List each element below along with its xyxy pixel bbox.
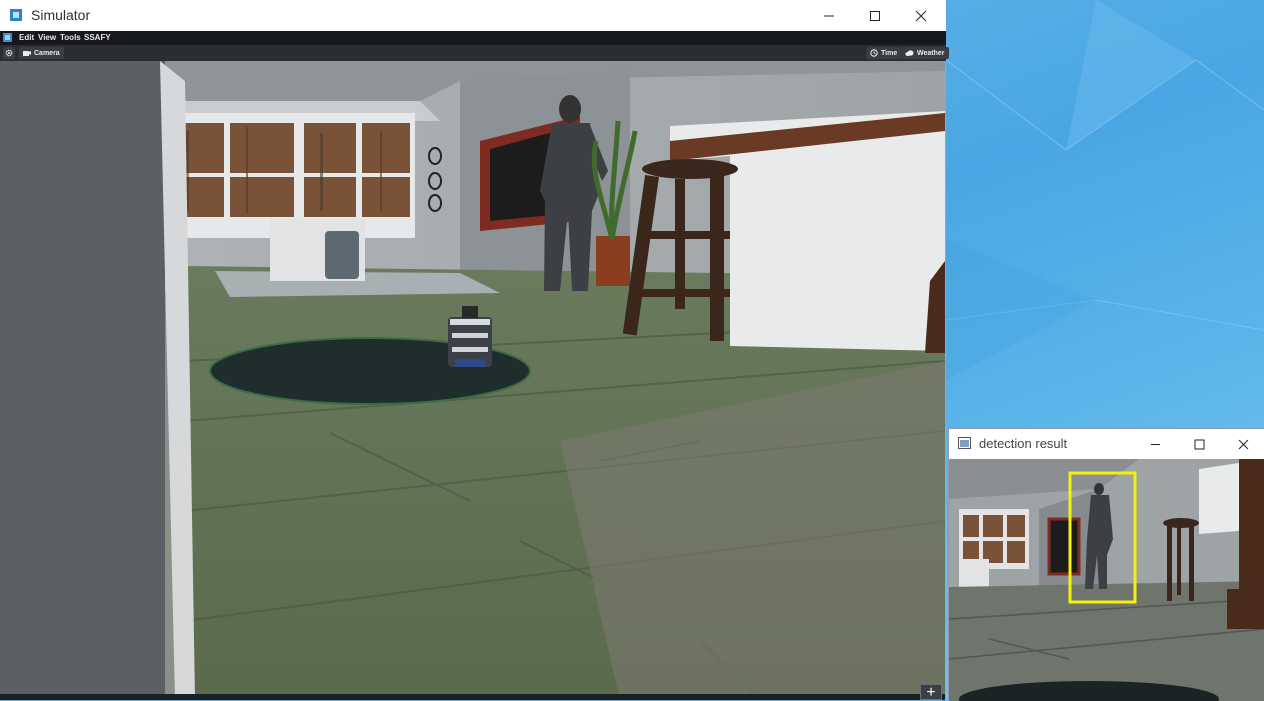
settings-button[interactable] xyxy=(3,47,15,59)
detection-image xyxy=(949,459,1264,701)
simulator-window: Simulator Edit View Tools SSAFY Camera T… xyxy=(0,0,949,701)
maximize-button[interactable] xyxy=(852,0,898,31)
menu-edit[interactable]: Edit xyxy=(19,33,34,42)
simulator-app-icon xyxy=(10,9,22,21)
gear-icon xyxy=(5,49,13,57)
detection-maximize-button[interactable] xyxy=(1177,429,1221,459)
menu-ssafy[interactable]: SSAFY xyxy=(84,33,111,42)
camera-label: Camera xyxy=(34,49,60,57)
detection-window: detection result xyxy=(948,428,1264,701)
time-label: Time xyxy=(881,49,898,57)
window-title: Simulator xyxy=(31,7,91,23)
menu-bar: Edit View Tools SSAFY xyxy=(0,31,946,45)
detection-close-button[interactable] xyxy=(1221,429,1264,459)
toolbar: Camera Time Weather xyxy=(0,45,949,61)
camera-button[interactable]: Camera xyxy=(19,47,64,59)
plus-icon: + xyxy=(926,684,936,701)
status-strip xyxy=(0,694,945,700)
detection-titlebar[interactable]: detection result xyxy=(949,429,1264,459)
close-button[interactable] xyxy=(898,0,944,31)
detection-render xyxy=(949,459,1264,701)
weather-label: Weather xyxy=(917,49,945,57)
scene-render xyxy=(0,61,945,700)
simulator-titlebar[interactable]: Simulator xyxy=(0,0,946,31)
cloud-icon xyxy=(905,50,914,56)
add-button[interactable]: + xyxy=(920,684,942,701)
maximize-icon xyxy=(1194,439,1204,449)
camera-icon xyxy=(23,51,31,56)
clock-icon xyxy=(870,49,878,57)
menu-tools[interactable]: Tools xyxy=(60,33,81,42)
menu-app-icon xyxy=(3,33,12,42)
close-icon xyxy=(1238,439,1248,449)
time-button[interactable]: Time xyxy=(866,47,902,59)
window-app-icon xyxy=(958,437,971,449)
minimize-button[interactable] xyxy=(806,0,852,31)
minimize-icon xyxy=(824,15,834,16)
detection-minimize-button[interactable] xyxy=(1133,429,1177,459)
close-icon xyxy=(915,10,927,21)
desktop-wallpaper-lines xyxy=(946,0,1264,380)
maximize-icon xyxy=(870,10,880,21)
simulation-viewport[interactable] xyxy=(0,61,945,700)
minimize-icon xyxy=(1150,443,1160,445)
menu-view[interactable]: View xyxy=(38,33,56,42)
detection-title: detection result xyxy=(979,436,1068,451)
weather-button[interactable]: Weather xyxy=(901,47,949,59)
